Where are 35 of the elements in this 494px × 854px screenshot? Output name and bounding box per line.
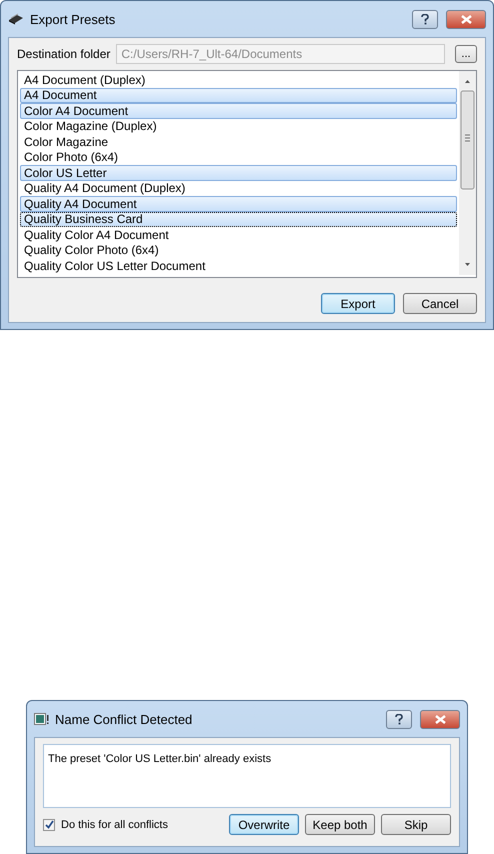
checkbox[interactable] — [43, 818, 55, 830]
checkbox-label: Do this for all conflicts — [61, 818, 169, 830]
list-item[interactable]: Quality Business Card — [20, 212, 457, 227]
dialog-button[interactable]: Overwrite — [229, 814, 299, 835]
help-icon — [421, 14, 429, 24]
dialog-button[interactable]: Skip — [381, 814, 451, 835]
close-button[interactable] — [420, 710, 460, 728]
window-title: Name Conflict Detected — [55, 712, 194, 726]
scrollbar[interactable] — [459, 71, 476, 275]
list-item[interactable]: A4 Document — [20, 88, 457, 103]
close-icon — [460, 14, 472, 24]
window-title: Export Presets — [30, 12, 116, 26]
help-button[interactable] — [386, 710, 412, 728]
field-label: Destination folder — [17, 47, 110, 61]
help-icon — [395, 714, 403, 724]
scanner-icon — [8, 13, 24, 25]
close-icon — [434, 714, 446, 724]
dialog-button[interactable]: Keep both — [305, 814, 375, 835]
list-item[interactable]: Quality Color A4 Document — [20, 227, 457, 242]
list-item[interactable]: A4 Document (Duplex) — [20, 72, 457, 88]
message-text: The preset 'Color US Letter.bin' already exists — [43, 744, 451, 808]
close-button[interactable] — [446, 10, 486, 28]
list-item[interactable]: Quality A4 Document (Duplex) — [20, 180, 457, 196]
help-button[interactable] — [412, 10, 438, 28]
list-item[interactable]: Color US Letter — [20, 165, 457, 180]
list-item[interactable]: Quality Color US Letter Document — [20, 258, 457, 274]
list-item[interactable]: Color Magazine (Duplex) — [20, 118, 457, 134]
list-item[interactable]: Color Magazine — [20, 134, 457, 150]
dialog-button[interactable]: Cancel — [403, 293, 477, 314]
list-item[interactable]: Color Photo (6x4) — [20, 150, 457, 165]
dialog-button[interactable]: Export — [321, 293, 395, 314]
list-item[interactable]: Color A4 Document — [20, 103, 457, 118]
list-item[interactable]: Quality A4 Document — [20, 196, 457, 212]
list-item[interactable]: Quality Color Photo (6x4) — [20, 242, 457, 258]
window-icon — [34, 713, 49, 725]
